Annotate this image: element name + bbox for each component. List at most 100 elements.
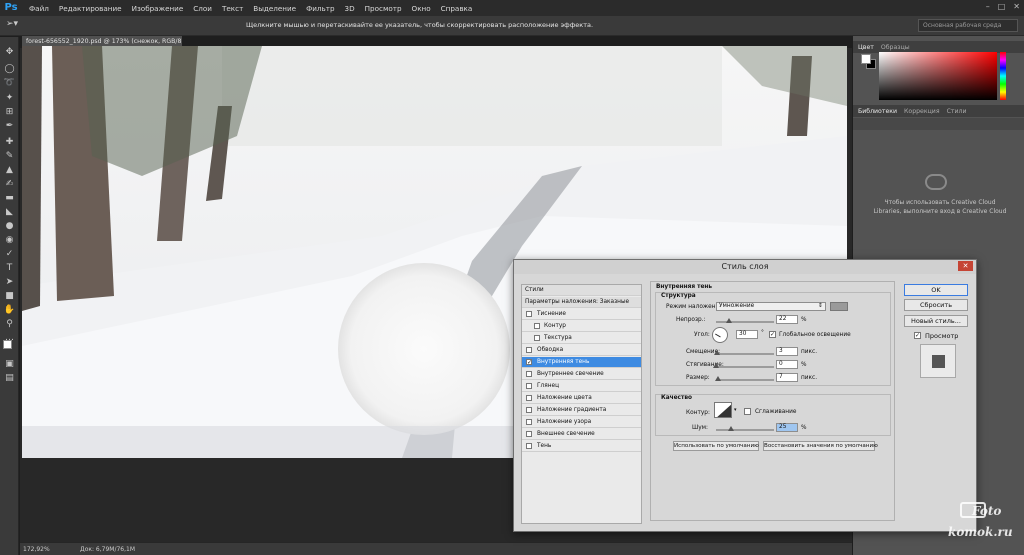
color-spectrum[interactable] [879, 52, 997, 100]
style-item[interactable]: Внутреннее свечение [522, 369, 641, 380]
menu-item[interactable]: Выделение [248, 4, 301, 13]
quick-mask-icon[interactable]: ▣ [3, 358, 16, 370]
workspace-select[interactable]: Основная рабочая среда [918, 19, 1018, 32]
style-item[interactable]: Наложение узора [522, 417, 641, 428]
global-light-checkbox[interactable]: ✓ [769, 331, 776, 338]
distance-slider[interactable] [714, 350, 774, 355]
style-item-checkbox[interactable] [526, 347, 532, 353]
reset-default-button[interactable]: Восстановить значения по умолчанию [763, 441, 878, 451]
menu-item[interactable]: Фильтр [301, 4, 339, 13]
choke-slider-knob[interactable] [713, 363, 719, 368]
style-item-checkbox[interactable] [526, 407, 532, 413]
size-field[interactable]: 7 [776, 373, 798, 382]
noise-slider[interactable] [716, 426, 774, 431]
path-select-tool-icon[interactable]: ➤ [3, 276, 16, 288]
new-style-button[interactable]: Новый стиль... [904, 315, 968, 327]
move-tool-icon[interactable]: ➢▾ [6, 19, 18, 29]
style-item[interactable]: Тиснение [522, 309, 641, 320]
menu-item[interactable]: Справка [436, 4, 478, 13]
antialias-checkbox[interactable] [744, 408, 751, 415]
style-item[interactable]: Внешнее свечение [522, 429, 641, 440]
choke-field[interactable]: 0 [776, 360, 798, 369]
style-item-checkbox[interactable]: ✓ [526, 359, 532, 366]
opacity-field[interactable]: 22 [776, 315, 798, 324]
menu-item[interactable]: Просмотр [360, 4, 407, 13]
style-item-checkbox[interactable] [526, 443, 532, 449]
dodge-tool-icon[interactable]: ◉ [3, 234, 16, 246]
healing-tool-icon[interactable]: ✚ [3, 136, 16, 148]
menu-item[interactable]: Текст [217, 4, 248, 13]
blend-mode-select[interactable]: Умножение ⇕ [716, 302, 826, 311]
style-item[interactable]: ✓ Внутренняя тень [522, 357, 641, 368]
pen-tool-icon[interactable]: ✓ [3, 248, 16, 260]
menu-item[interactable]: Файл [24, 4, 54, 13]
brush-tool-icon[interactable]: ✎ [3, 150, 16, 162]
style-item[interactable]: Контур [522, 321, 641, 332]
shape-tool-icon[interactable]: ■ [3, 290, 16, 302]
menu-item[interactable]: 3D [340, 4, 360, 13]
crop-tool-icon[interactable]: ⊞ [3, 106, 16, 118]
close-icon[interactable]: ✕ [1013, 2, 1020, 11]
blending-options-item[interactable]: Параметры наложения: Заказные [522, 297, 641, 308]
style-item-checkbox[interactable] [534, 323, 540, 329]
type-tool-icon[interactable]: T [3, 262, 16, 274]
angle-field[interactable]: 30 [736, 330, 758, 339]
style-item-checkbox[interactable] [526, 431, 532, 437]
screen-mode-icon[interactable]: ▤ [3, 372, 16, 384]
marquee-tool-icon[interactable]: ◯ [3, 63, 16, 75]
style-item[interactable]: Обводка [522, 345, 641, 356]
style-item-checkbox[interactable] [526, 311, 532, 317]
opacity-slider[interactable] [716, 318, 774, 323]
style-item-checkbox[interactable] [526, 419, 532, 425]
contour-picker[interactable] [714, 402, 732, 418]
chevron-down-icon[interactable]: ▾ [734, 407, 737, 413]
tab-libraries[interactable]: Библиотеки [858, 108, 897, 115]
size-slider[interactable] [714, 376, 774, 381]
menu-item[interactable]: Редактирование [54, 4, 127, 13]
make-default-button[interactable]: Использовать по умолчанию [673, 441, 759, 451]
menu-item[interactable]: Окно [407, 4, 436, 13]
style-item-checkbox[interactable] [526, 383, 532, 389]
style-item-checkbox[interactable] [526, 395, 532, 401]
clone-stamp-tool-icon[interactable]: ▲ [3, 164, 16, 176]
quick-select-tool-icon[interactable]: ✦ [3, 92, 16, 104]
menu-item[interactable]: Слои [188, 4, 217, 13]
zoom-level[interactable]: 172,92% [23, 546, 50, 553]
styles-header[interactable]: Стили [522, 285, 641, 296]
angle-dial[interactable] [712, 327, 728, 343]
tab-adjustments[interactable]: Коррекция [904, 108, 940, 115]
zoom-tool-icon[interactable]: ⚲ [3, 318, 16, 330]
tab-styles[interactable]: Стили [947, 108, 967, 115]
opacity-slider-knob[interactable] [725, 318, 732, 323]
distance-slider-knob[interactable] [714, 350, 721, 355]
history-brush-tool-icon[interactable]: ✍ [3, 178, 16, 190]
foreground-color-swatch[interactable] [3, 340, 12, 349]
tab-swatches[interactable]: Образцы [881, 44, 910, 51]
shadow-color-swatch[interactable] [830, 302, 848, 311]
style-item[interactable]: Наложение цвета [522, 393, 641, 404]
hue-slider[interactable] [1000, 52, 1006, 100]
hand-tool-icon[interactable]: ✋ [3, 304, 16, 316]
tab-color[interactable]: Цвет [858, 44, 874, 51]
size-slider-knob[interactable] [714, 376, 721, 381]
ok-button[interactable]: OK [904, 284, 968, 296]
minimize-icon[interactable]: – [986, 2, 990, 11]
lasso-tool-icon[interactable]: ➰ [3, 77, 16, 89]
preview-checkbox[interactable]: ✓ [914, 332, 921, 339]
eraser-tool-icon[interactable]: ▬ [3, 192, 16, 204]
noise-field[interactable]: 25 [776, 423, 798, 432]
menu-item[interactable]: Изображение [127, 4, 189, 13]
move-tool-icon[interactable]: ✥ [3, 46, 16, 58]
close-icon[interactable]: ✕ [958, 261, 973, 271]
style-item[interactable]: Тень [522, 441, 641, 452]
maximize-icon[interactable]: □ [998, 2, 1006, 11]
style-item-checkbox[interactable] [534, 335, 540, 341]
choke-slider[interactable] [713, 363, 774, 368]
panel-foreground-swatch[interactable] [861, 54, 871, 64]
style-item[interactable]: Текстура [522, 333, 641, 344]
style-item-checkbox[interactable] [526, 371, 532, 377]
style-item[interactable]: Глянец [522, 381, 641, 392]
style-item[interactable]: Наложение градиента [522, 405, 641, 416]
gradient-tool-icon[interactable]: ◣ [3, 206, 16, 218]
noise-slider-knob[interactable] [727, 426, 734, 431]
